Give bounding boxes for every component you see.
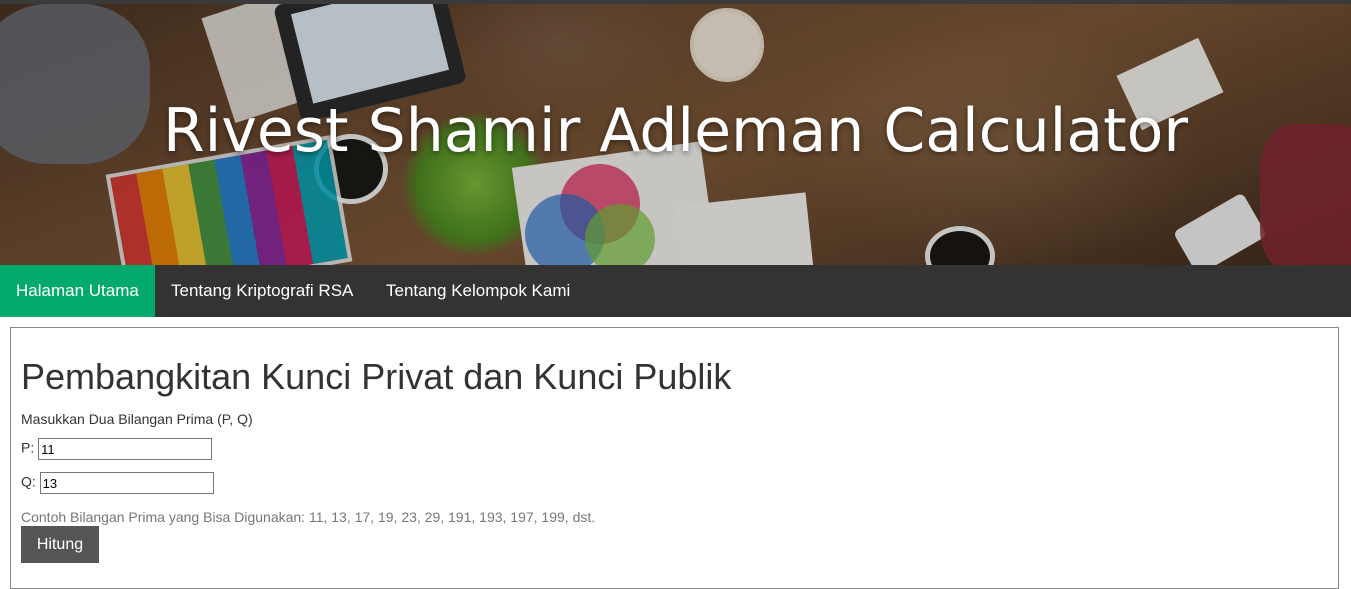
nav-bar: Halaman Utama Tentang Kriptografi RSA Te…	[0, 265, 1351, 317]
hero-banner: Rivest Shamir Adleman Calculator	[0, 4, 1351, 265]
hero-title: Rivest Shamir Adleman Calculator	[162, 96, 1189, 166]
instruction-text: Masukkan Dua Bilangan Prima (P, Q)	[21, 411, 253, 427]
q-label: Q:	[21, 473, 36, 490]
hitung-button[interactable]: Hitung	[21, 526, 99, 563]
q-field-row: Q:	[21, 472, 214, 494]
prime-examples-hint: Contoh Bilangan Prima yang Bisa Digunaka…	[21, 509, 596, 525]
key-generation-panel: Pembangkitan Kunci Privat dan Kunci Publ…	[10, 327, 1339, 589]
q-input[interactable]	[39, 472, 214, 494]
p-input[interactable]	[38, 438, 213, 460]
nav-item-tentang-kriptografi-rsa[interactable]: Tentang Kriptografi RSA	[155, 265, 369, 317]
p-label: P:	[21, 439, 35, 456]
page-title: Pembangkitan Kunci Privat dan Kunci Publ…	[21, 356, 732, 397]
nav-item-halaman-utama[interactable]: Halaman Utama	[0, 265, 155, 317]
nav-item-tentang-kelompok-kami[interactable]: Tentang Kelompok Kami	[370, 265, 586, 317]
p-field-row: P:	[21, 438, 213, 460]
